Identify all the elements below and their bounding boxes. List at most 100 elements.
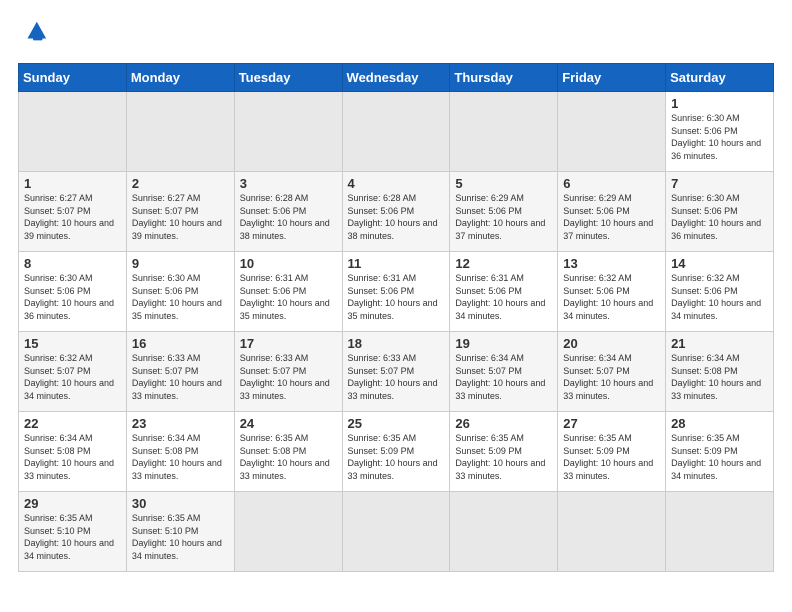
- calendar-cell: 3Sunrise: 6:28 AMSunset: 5:06 PMDaylight…: [234, 172, 342, 252]
- day-info: Sunrise: 6:33 AMSunset: 5:07 PMDaylight:…: [348, 352, 445, 402]
- day-info: Sunrise: 6:27 AMSunset: 5:07 PMDaylight:…: [24, 192, 121, 242]
- day-number: 9: [132, 256, 229, 271]
- calendar-cell: 8Sunrise: 6:30 AMSunset: 5:06 PMDaylight…: [19, 252, 127, 332]
- calendar-cell: 24Sunrise: 6:35 AMSunset: 5:08 PMDayligh…: [234, 412, 342, 492]
- calendar-cell: 25Sunrise: 6:35 AMSunset: 5:09 PMDayligh…: [342, 412, 450, 492]
- day-info: Sunrise: 6:31 AMSunset: 5:06 PMDaylight:…: [455, 272, 552, 322]
- day-number: 8: [24, 256, 121, 271]
- calendar-cell: [558, 92, 666, 172]
- calendar-table: SundayMondayTuesdayWednesdayThursdayFrid…: [18, 63, 774, 572]
- day-number: 28: [671, 416, 768, 431]
- day-number: 14: [671, 256, 768, 271]
- calendar-cell: 21Sunrise: 6:34 AMSunset: 5:08 PMDayligh…: [666, 332, 774, 412]
- calendar-cell: 2Sunrise: 6:27 AMSunset: 5:07 PMDaylight…: [126, 172, 234, 252]
- logo-icon: [20, 18, 48, 46]
- header: [18, 18, 774, 51]
- day-info: Sunrise: 6:34 AMSunset: 5:08 PMDaylight:…: [24, 432, 121, 482]
- calendar-week-row: 8 Sunrise: 6:30 AMSunset: 5:06 PMDaylight…: [19, 252, 774, 332]
- calendar-week-row: 1Sunrise: 6:30 AMSunset: 5:06 PMDaylight…: [19, 92, 774, 172]
- day-number: 27: [563, 416, 660, 431]
- day-info: Sunrise: 6:35 AMSunset: 5:10 PMDaylight:…: [132, 512, 229, 562]
- calendar-cell: 4Sunrise: 6:28 AMSunset: 5:06 PMDaylight…: [342, 172, 450, 252]
- day-info: Sunrise: 6:31 AMSunset: 5:06 PMDaylight:…: [240, 272, 337, 322]
- day-info: Sunrise: 6:33 AMSunset: 5:07 PMDaylight:…: [132, 352, 229, 402]
- calendar-header-monday: Monday: [126, 64, 234, 92]
- calendar-cell: [19, 92, 127, 172]
- day-number: 12: [455, 256, 552, 271]
- day-number: 4: [348, 176, 445, 191]
- day-info: Sunrise: 6:27 AMSunset: 5:07 PMDaylight:…: [132, 192, 229, 242]
- calendar-cell: 10Sunrise: 6:31 AMSunset: 5:06 PMDayligh…: [234, 252, 342, 332]
- calendar-cell: 28Sunrise: 6:35 AMSunset: 5:09 PMDayligh…: [666, 412, 774, 492]
- calendar-cell: [450, 92, 558, 172]
- day-info: Sunrise: 6:28 AMSunset: 5:06 PMDaylight:…: [348, 192, 445, 242]
- calendar-header-row: SundayMondayTuesdayWednesdayThursdayFrid…: [19, 64, 774, 92]
- calendar-cell: 26Sunrise: 6:35 AMSunset: 5:09 PMDayligh…: [450, 412, 558, 492]
- day-number: 23: [132, 416, 229, 431]
- calendar-cell: 6Sunrise: 6:29 AMSunset: 5:06 PMDaylight…: [558, 172, 666, 252]
- calendar-cell: [234, 492, 342, 572]
- calendar-week-row: 15Sunrise: 6:32 AMSunset: 5:07 PMDayligh…: [19, 332, 774, 412]
- day-number: 13: [563, 256, 660, 271]
- day-info: Sunrise: 6:35 AMSunset: 5:09 PMDaylight:…: [671, 432, 768, 482]
- day-info: Sunrise: 6:28 AMSunset: 5:06 PMDaylight:…: [240, 192, 337, 242]
- logo: [18, 18, 48, 51]
- day-number: 26: [455, 416, 552, 431]
- day-number: 3: [240, 176, 337, 191]
- day-number: 2: [132, 176, 229, 191]
- calendar-cell: [234, 92, 342, 172]
- day-info: Sunrise: 6:30 AMSunset: 5:06 PMDaylight:…: [671, 192, 768, 242]
- day-info: Sunrise: 6:34 AMSunset: 5:07 PMDaylight:…: [455, 352, 552, 402]
- day-info: Sunrise: 6:35 AMSunset: 5:10 PMDaylight:…: [24, 512, 121, 562]
- calendar-cell: 5Sunrise: 6:29 AMSunset: 5:06 PMDaylight…: [450, 172, 558, 252]
- calendar-header-thursday: Thursday: [450, 64, 558, 92]
- day-info: Sunrise: 6:35 AMSunset: 5:08 PMDaylight:…: [240, 432, 337, 482]
- calendar-cell: 22Sunrise: 6:34 AMSunset: 5:08 PMDayligh…: [19, 412, 127, 492]
- calendar-cell: [342, 92, 450, 172]
- calendar-cell: 7Sunrise: 6:30 AMSunset: 5:06 PMDaylight…: [666, 172, 774, 252]
- calendar-cell: [666, 492, 774, 572]
- day-info: Sunrise: 6:35 AMSunset: 5:09 PMDaylight:…: [563, 432, 660, 482]
- calendar-header-sunday: Sunday: [19, 64, 127, 92]
- day-number: 16: [132, 336, 229, 351]
- page: SundayMondayTuesdayWednesdayThursdayFrid…: [0, 0, 792, 612]
- calendar-cell: 16Sunrise: 6:33 AMSunset: 5:07 PMDayligh…: [126, 332, 234, 412]
- calendar-cell: 9Sunrise: 6:30 AMSunset: 5:06 PMDaylight…: [126, 252, 234, 332]
- calendar-header-tuesday: Tuesday: [234, 64, 342, 92]
- day-info: Sunrise: 6:29 AMSunset: 5:06 PMDaylight:…: [455, 192, 552, 242]
- day-number: 6: [563, 176, 660, 191]
- day-number: 17: [240, 336, 337, 351]
- day-info: Sunrise: 6:29 AMSunset: 5:06 PMDaylight:…: [563, 192, 660, 242]
- calendar-cell: 20Sunrise: 6:34 AMSunset: 5:07 PMDayligh…: [558, 332, 666, 412]
- day-number: 1: [24, 176, 121, 191]
- calendar-cell: 1Sunrise: 6:27 AMSunset: 5:07 PMDaylight…: [19, 172, 127, 252]
- calendar-cell: 27Sunrise: 6:35 AMSunset: 5:09 PMDayligh…: [558, 412, 666, 492]
- calendar-header-friday: Friday: [558, 64, 666, 92]
- calendar-week-row: 22Sunrise: 6:34 AMSunset: 5:08 PMDayligh…: [19, 412, 774, 492]
- day-info: Sunrise: 6:32 AMSunset: 5:06 PMDaylight:…: [671, 272, 768, 322]
- calendar-cell: 18Sunrise: 6:33 AMSunset: 5:07 PMDayligh…: [342, 332, 450, 412]
- day-info: Sunrise: 6:34 AMSunset: 5:08 PMDaylight:…: [671, 352, 768, 402]
- day-info: Sunrise: 6:30 AMSunset: 5:06 PMDaylight:…: [132, 272, 229, 322]
- day-info: Sunrise: 6:31 AMSunset: 5:06 PMDaylight:…: [348, 272, 445, 322]
- calendar-cell: 15Sunrise: 6:32 AMSunset: 5:07 PMDayligh…: [19, 332, 127, 412]
- day-info: Sunrise: 6:32 AMSunset: 5:06 PMDaylight:…: [563, 272, 660, 322]
- day-number: 11: [348, 256, 445, 271]
- calendar-cell: 30Sunrise: 6:35 AMSunset: 5:10 PMDayligh…: [126, 492, 234, 572]
- day-info: Sunrise: 6:33 AMSunset: 5:07 PMDaylight:…: [240, 352, 337, 402]
- day-number: 19: [455, 336, 552, 351]
- calendar-week-row: 29Sunrise: 6:35 AMSunset: 5:10 PMDayligh…: [19, 492, 774, 572]
- day-number: 5: [455, 176, 552, 191]
- calendar-header-wednesday: Wednesday: [342, 64, 450, 92]
- day-number: 25: [348, 416, 445, 431]
- day-number: 29: [24, 496, 121, 511]
- calendar-cell: 23Sunrise: 6:34 AMSunset: 5:08 PMDayligh…: [126, 412, 234, 492]
- day-number: 18: [348, 336, 445, 351]
- calendar-cell: [342, 492, 450, 572]
- day-number: 30: [132, 496, 229, 511]
- day-number: 10: [240, 256, 337, 271]
- calendar-cell: 14Sunrise: 6:32 AMSunset: 5:06 PMDayligh…: [666, 252, 774, 332]
- calendar-cell: 29Sunrise: 6:35 AMSunset: 5:10 PMDayligh…: [19, 492, 127, 572]
- day-number: 20: [563, 336, 660, 351]
- day-info: Sunrise: 6:30 AMSunset: 5:06 PMDaylight:…: [671, 112, 768, 162]
